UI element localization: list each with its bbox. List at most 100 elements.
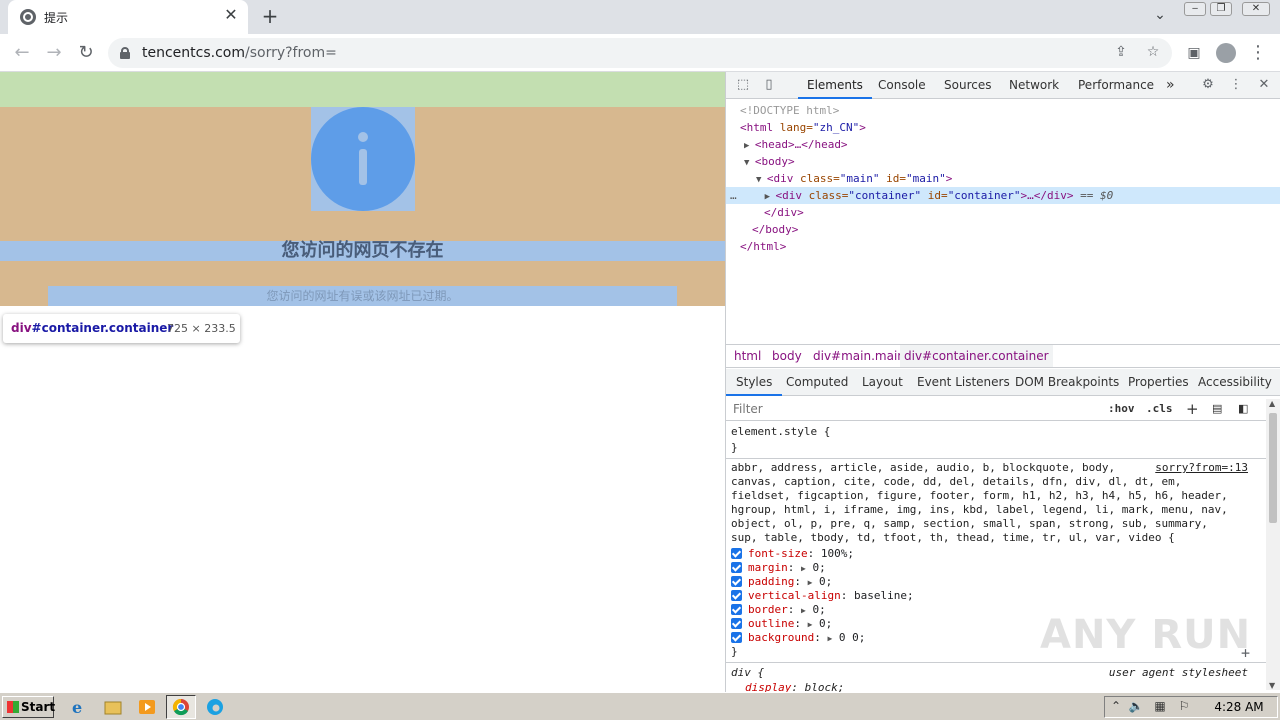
start-button[interactable]: Start (2, 696, 55, 718)
tab-sources[interactable]: Sources (944, 72, 991, 99)
heading-highlight: 您访问的网页不存在 (0, 241, 725, 261)
dom-container-selected[interactable]: … ▶ <div class="container" id="container"… (726, 187, 1280, 204)
browser-tab[interactable]: 提示 ✕ (8, 0, 248, 34)
style-property[interactable]: outline: ▶ 0; (731, 617, 832, 631)
tab-title: 提示 (44, 11, 69, 25)
tab-network[interactable]: Network (1009, 72, 1059, 99)
tab-performance[interactable]: Performance (1078, 72, 1154, 99)
new-rule-icon[interactable]: + (1186, 400, 1199, 418)
crumb-main[interactable]: div#main.main (809, 345, 909, 367)
styles-filter-input[interactable] (729, 399, 1099, 419)
more-tabs-icon[interactable]: » (1166, 72, 1175, 99)
scroll-up-icon[interactable]: ▲ (1269, 399, 1275, 408)
ie-icon[interactable]: e (68, 697, 90, 717)
address-bar[interactable]: tencentcs.com/sorry?from= ⇪ ☆ (108, 38, 1172, 68)
window-close-button[interactable]: ✕ (1242, 2, 1270, 16)
lang-value: "zh_CN" (812, 121, 860, 134)
rule-source-link[interactable]: sorry?from=:13 (1155, 461, 1248, 475)
forward-icon[interactable]: → (42, 41, 66, 65)
selector-line: hgroup, html, i, iframe, img, ins, kbd, … (731, 503, 1228, 516)
inspect-element-icon[interactable]: ⬚ (734, 76, 752, 94)
paint-icon[interactable]: ▤ (1212, 400, 1222, 418)
dom-doctype[interactable]: <!DOCTYPE html> (726, 102, 1280, 119)
tab-search-chevron-icon[interactable]: ⌄ (1150, 7, 1170, 27)
tab-elements[interactable]: Elements (798, 72, 872, 99)
collapse-arrow-icon[interactable]: ▼ (756, 175, 767, 185)
crumb-body[interactable]: body (768, 345, 806, 367)
property-checkbox[interactable] (731, 632, 742, 643)
dom-body[interactable]: ▼ <body> (726, 153, 1280, 170)
property-checkbox[interactable] (731, 576, 742, 587)
menu-icon[interactable]: ⋮ (1246, 41, 1270, 65)
close-devtools-icon[interactable]: ✕ (1255, 76, 1273, 94)
device-toolbar-icon[interactable]: ▯ (760, 76, 778, 94)
gear-icon[interactable]: ⚙ (1199, 76, 1217, 94)
profile-icon[interactable] (1214, 41, 1238, 65)
collapse-arrow-icon[interactable]: ▼ (744, 158, 755, 168)
property-checkbox[interactable] (731, 548, 742, 559)
style-property[interactable]: background: ▶ 0 0; (731, 631, 865, 645)
rule-divider (726, 458, 1266, 459)
toggle-sidebar-icon[interactable]: ◧ (1238, 400, 1248, 418)
explorer-icon[interactable] (102, 697, 124, 717)
share-icon[interactable]: ⇪ (1112, 44, 1130, 62)
dom-html[interactable]: <html lang="zh_CN"> (726, 119, 1280, 136)
volume-icon[interactable]: 🔈 (1128, 698, 1144, 714)
lock-icon[interactable] (120, 47, 130, 59)
sidepanel-icon[interactable]: ▣ (1182, 41, 1206, 65)
dom-div-close[interactable]: </div> (726, 204, 1280, 221)
edge-icon[interactable] (204, 697, 226, 717)
dom-body-close[interactable]: </body> (726, 221, 1280, 238)
style-property[interactable]: border: ▶ 0; (731, 603, 826, 617)
style-property[interactable]: vertical-align: baseline; (731, 589, 914, 603)
tab-close-icon[interactable]: ✕ (222, 6, 240, 24)
expand-arrow-icon[interactable]: ▶ (744, 141, 755, 151)
taskbar-clock[interactable]: 4:28 AM (1208, 697, 1270, 717)
network-icon[interactable]: ▦ (1152, 698, 1168, 714)
property-checkbox[interactable] (731, 590, 742, 601)
div-rest: >…</div> (1020, 189, 1074, 202)
crumb-html[interactable]: html (730, 345, 765, 367)
flag-icon[interactable]: ⚐ (1176, 698, 1192, 714)
crumb-container[interactable]: div#container.container (900, 345, 1053, 367)
row-ellipsis-icon[interactable]: … (730, 189, 737, 202)
scrollbar-thumb[interactable] (1269, 413, 1277, 523)
style-property[interactable]: padding: ▶ 0; (731, 575, 832, 589)
tray-expand-icon[interactable]: ⌃ (1108, 698, 1124, 714)
media-player-icon[interactable] (136, 697, 158, 717)
property-name: outline (748, 617, 795, 630)
back-icon[interactable]: ← (10, 41, 34, 65)
tab-styles[interactable]: Styles (726, 369, 783, 396)
property-checkbox[interactable] (731, 604, 742, 615)
new-tab-button[interactable]: + (258, 5, 282, 29)
tab-properties[interactable]: Properties (1128, 369, 1189, 396)
tab-computed[interactable]: Computed (786, 369, 848, 396)
tab-layout[interactable]: Layout (862, 369, 903, 396)
chrome-icon[interactable] (166, 695, 196, 719)
tab-event-listeners[interactable]: Event Listeners (917, 369, 1010, 396)
dom-html-close[interactable]: </html> (726, 238, 1280, 255)
styles-scrollbar[interactable]: ▲ ▼ (1266, 399, 1280, 690)
maximize-button[interactable]: ❐ (1210, 2, 1232, 16)
property-checkbox[interactable] (731, 618, 742, 629)
expand-arrow-icon[interactable]: ▶ (765, 192, 776, 202)
tab-console[interactable]: Console (878, 72, 926, 99)
tab-accessibility[interactable]: Accessibility (1198, 369, 1272, 396)
id-value: "container" (947, 189, 1021, 202)
cls-toggle[interactable]: .cls (1146, 400, 1173, 418)
devtools-tabbar: ⬚ ▯ Elements Console Sources Network Per… (726, 72, 1280, 99)
reload-icon[interactable]: ↻ (74, 41, 98, 65)
dom-main[interactable]: ▼ <div class="main" id="main"> (726, 170, 1280, 187)
element-style-selector[interactable]: element.style { (731, 425, 830, 439)
minimize-button[interactable]: ‒ (1184, 2, 1206, 16)
kebab-menu-icon[interactable]: ⋮ (1227, 76, 1245, 94)
dom-head[interactable]: ▶ <head>…</head> (726, 136, 1280, 153)
property-checkbox[interactable] (731, 562, 742, 573)
hov-toggle[interactable]: :hov (1108, 400, 1135, 418)
rule-divider (726, 662, 1266, 663)
style-property[interactable]: margin: ▶ 0; (731, 561, 826, 575)
tab-dom-breakpoints[interactable]: DOM Breakpoints (1015, 369, 1119, 396)
style-property[interactable]: font-size: 100%; (731, 547, 854, 561)
star-icon[interactable]: ☆ (1144, 44, 1162, 62)
scroll-down-icon[interactable]: ▼ (1269, 681, 1275, 690)
